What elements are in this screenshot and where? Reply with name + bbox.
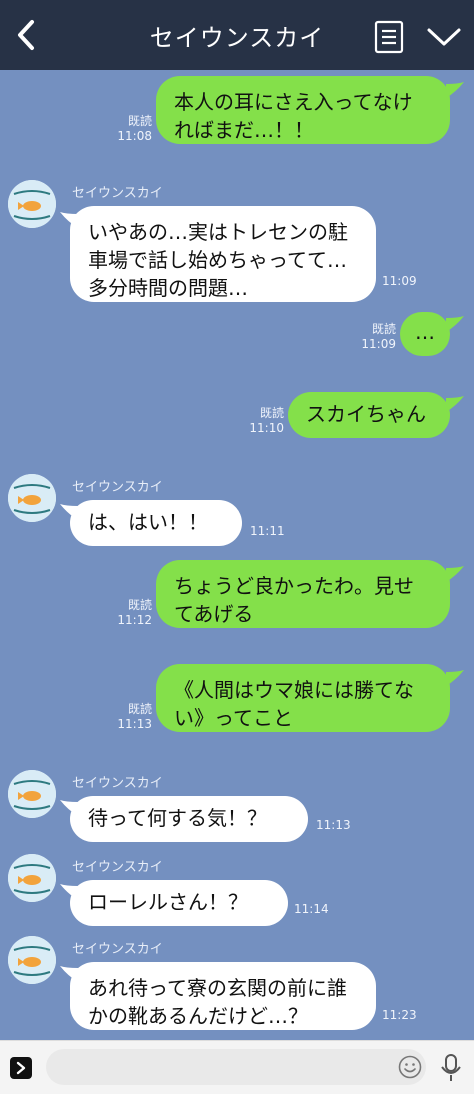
chevron-down-icon[interactable]: [426, 24, 462, 50]
message-bubble[interactable]: は、はい！！: [70, 500, 242, 546]
avatar[interactable]: [8, 936, 56, 984]
fish-icon: [8, 854, 56, 902]
message-bubble[interactable]: スカイちゃん: [288, 392, 450, 438]
chat-header: セイウンスカイ: [0, 0, 474, 70]
bubble-tail: [446, 396, 464, 412]
read-receipt: 既読: [127, 114, 152, 128]
message-bubble[interactable]: 本人の耳にさえ入ってなければまだ…！！: [156, 76, 450, 144]
message-meta: 既読 11:13: [96, 702, 152, 732]
sender-name: セイウンスカイ: [72, 942, 163, 957]
fish-icon: [8, 474, 56, 522]
avatar[interactable]: [8, 854, 56, 902]
bubble-tail: [446, 316, 464, 332]
emoji-icon[interactable]: [398, 1055, 422, 1079]
message-bubble[interactable]: ちょうど良かったわ。見せてあげる: [156, 560, 450, 628]
message-time: 11:10: [249, 421, 284, 435]
message-time: 11:08: [117, 129, 152, 143]
avatar[interactable]: [8, 474, 56, 522]
read-receipt: 既読: [127, 598, 152, 612]
message-time: 11:09: [361, 337, 396, 351]
input-bar: [0, 1040, 474, 1094]
menu-icon[interactable]: [374, 20, 404, 54]
bubble-tail: [60, 504, 78, 520]
message-meta: 既読 11:12: [96, 598, 152, 628]
message-meta: 既読 11:08: [96, 114, 152, 144]
bubble-tail: [446, 82, 464, 98]
bubble-tail: [60, 884, 78, 900]
message-time: 11:23: [382, 1008, 417, 1022]
read-receipt: 既読: [371, 322, 396, 336]
bubble-tail: [446, 670, 464, 686]
bubble-tail: [60, 800, 78, 816]
avatar[interactable]: [8, 180, 56, 228]
message-input[interactable]: [46, 1049, 426, 1085]
bubble-tail: [60, 966, 78, 982]
message-bubble[interactable]: ローレルさん！？: [70, 880, 288, 926]
sender-name: セイウンスカイ: [72, 776, 163, 791]
read-receipt: 既読: [127, 702, 152, 716]
avatar[interactable]: [8, 770, 56, 818]
message-bubble[interactable]: あれ待って寮の玄関の前に誰かの靴あるんだけど…？: [70, 962, 376, 1030]
bubble-tail: [446, 566, 464, 582]
message-bubble[interactable]: 《人間はウマ娘には勝てない》ってこと: [156, 664, 450, 732]
message-bubble[interactable]: …: [400, 312, 450, 356]
read-receipt: 既読: [259, 406, 284, 420]
sender-name: セイウンスカイ: [72, 860, 163, 875]
message-time: 11:13: [117, 717, 152, 731]
message-time: 11:12: [117, 613, 152, 627]
message-meta: 既読 11:09: [340, 322, 396, 352]
message-list[interactable]: 既読 11:08 本人の耳にさえ入ってなければまだ…！！ セイウンスカイ いやあ…: [0, 70, 474, 1040]
message-time: 11:09: [382, 274, 417, 288]
fish-icon: [8, 770, 56, 818]
sender-name: セイウンスカイ: [72, 480, 163, 495]
fish-icon: [8, 180, 56, 228]
mic-icon[interactable]: [440, 1053, 462, 1083]
message-time: 11:11: [250, 524, 285, 538]
message-bubble[interactable]: 待って何する気！？: [70, 796, 308, 842]
fish-icon: [8, 936, 56, 984]
message-time: 11:13: [316, 818, 351, 832]
message-bubble[interactable]: いやあの…実はトレセンの駐車場で話し始めちゃってて…多分時間の問題…: [70, 206, 376, 302]
sender-name: セイウンスカイ: [72, 186, 163, 201]
message-time: 11:14: [294, 902, 329, 916]
bubble-tail: [60, 212, 78, 228]
expand-icon[interactable]: [10, 1057, 32, 1079]
message-meta: 既読 11:10: [228, 406, 284, 436]
